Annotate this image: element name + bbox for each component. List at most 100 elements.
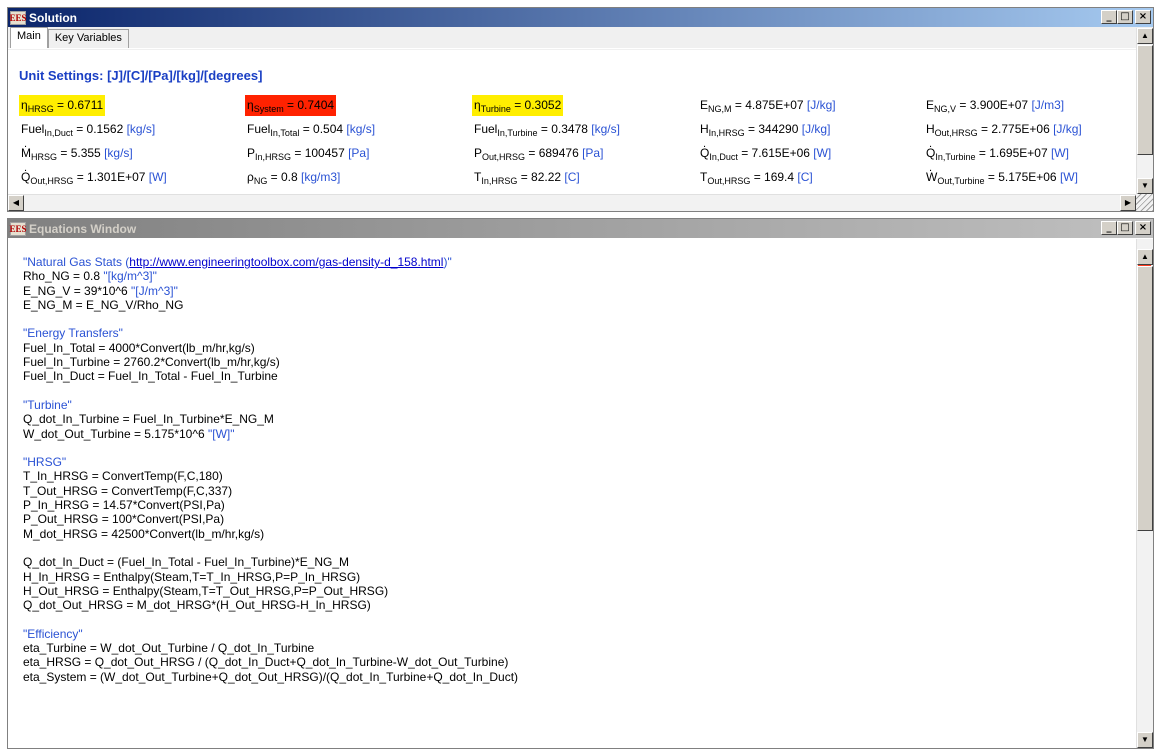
maximize-button[interactable]: □ — [1117, 221, 1133, 235]
equation-line[interactable]: eta_HRSG = Q_dot_Out_HRSG / (Q_dot_In_Du… — [23, 655, 1136, 669]
scroll-right-icon[interactable]: ▶ — [1120, 195, 1136, 211]
ees-app-icon: EES — [9, 221, 27, 236]
equation-text: Fuel_In_Duct = Fuel_In_Total - Fuel_In_T… — [23, 369, 278, 384]
equation-line[interactable]: Q_dot_Out_HRSG = M_dot_HRSG*(H_Out_HRSG-… — [23, 598, 1136, 612]
equation-line[interactable]: "Energy Transfers" — [23, 326, 1136, 340]
variable-unit: [W] — [1059, 170, 1078, 184]
variable-unit: [kg/m3] — [301, 170, 341, 184]
variable-3-3[interactable]: TOut,HRSG = 169.4 [C] — [698, 167, 815, 188]
variable-2-1[interactable]: PIn,HRSG = 100457 [Pa] — [245, 143, 371, 164]
equations-titlebar[interactable]: EES Equations Window _ □ × — [8, 219, 1153, 238]
equation-line[interactable]: eta_Turbine = W_dot_Out_Turbine / Q_dot_… — [23, 641, 1136, 655]
variable-subscript: HRSG — [27, 104, 54, 114]
equation-line[interactable]: E_NG_M = E_NG_V/Rho_NG — [23, 298, 1136, 312]
equation-text: M_dot_HRSG = 42500*Convert(lb_m/hr,kg/s) — [23, 526, 265, 541]
variable-unit: [kg/s] — [346, 122, 376, 136]
equation-line[interactable]: P_Out_HRSG = 100*Convert(PSI,Pa) — [23, 512, 1136, 526]
equation-line[interactable]: Fuel_In_Duct = Fuel_In_Total - Fuel_In_T… — [23, 369, 1136, 383]
equations-vertical-scrollbar[interactable]: ▲ ▼ — [1136, 239, 1153, 748]
equation-line[interactable] — [23, 541, 1136, 555]
variable-2-3[interactable]: QIn,Duct = 7.615E+06 [W] — [698, 134, 833, 164]
variable-subscript: NG,M — [708, 104, 732, 114]
scroll-down-icon[interactable]: ▼ — [1137, 178, 1153, 194]
solution-titlebar[interactable]: EES Solution _ □ × — [8, 8, 1153, 27]
equation-line[interactable]: T_Out_HRSG = ConvertTemp(F,C,337) — [23, 484, 1136, 498]
equation-line[interactable]: "HRSG" — [23, 455, 1136, 469]
variable-0-2[interactable]: ηTurbine = 0.3052 — [472, 95, 564, 116]
equation-line[interactable]: Rho_NG = 0.8 "[kg/m^3]" — [23, 269, 1136, 283]
variable-3-0[interactable]: QOut,HRSG = 1.301E+07 [W] — [19, 158, 169, 188]
solution-horizontal-scrollbar[interactable]: ◀ ▶ — [8, 194, 1136, 211]
scroll-up-icon[interactable]: ▲ — [1137, 28, 1153, 44]
variable-0-1[interactable]: ηSystem = 0.7404 — [245, 95, 337, 116]
equation-line[interactable] — [23, 312, 1136, 326]
equation-line[interactable] — [23, 612, 1136, 626]
equation-line[interactable]: Fuel_In_Turbine = 2760.2*Convert(lb_m/hr… — [23, 355, 1136, 369]
solution-vertical-scrollbar[interactable]: ▲ ▼ — [1136, 28, 1153, 194]
maximize-button[interactable]: □ — [1117, 10, 1133, 24]
equation-line[interactable] — [23, 384, 1136, 398]
close-button[interactable]: × — [1135, 221, 1151, 235]
variable-3-2[interactable]: TIn,HRSG = 82.22 [C] — [472, 167, 582, 188]
reference-link[interactable]: http://www.engineeringtoolbox.com/gas-de… — [129, 255, 443, 269]
resize-grip-icon[interactable] — [1136, 194, 1153, 211]
variable-1-2[interactable]: FuelIn,Turbine = 0.3478 [kg/s] — [472, 119, 622, 140]
scroll-down-icon[interactable]: ▼ — [1137, 732, 1153, 748]
equation-line[interactable]: E_NG_V = 39*10^6 "[J/m^3]" — [23, 284, 1136, 298]
variable-3-4[interactable]: WOut,Turbine = 5.175E+06 [W] — [924, 158, 1080, 188]
equation-line[interactable]: P_In_HRSG = 14.57*Convert(PSI,Pa) — [23, 498, 1136, 512]
variable-value: = 3.900E+07 — [956, 98, 1032, 112]
variable-2-2[interactable]: POut,HRSG = 689476 [Pa] — [472, 143, 605, 164]
scroll-thumb[interactable] — [1137, 266, 1153, 531]
minimize-button[interactable]: _ — [1101, 10, 1117, 24]
variable-subscript: In,HRSG — [481, 176, 518, 186]
minimize-button[interactable]: _ — [1101, 221, 1117, 235]
variable-subscript: Out,HRSG — [482, 152, 526, 162]
equation-line[interactable]: Fuel_In_Total = 4000*Convert(lb_m/hr,kg/… — [23, 341, 1136, 355]
tab-key-variables[interactable]: Key Variables — [47, 29, 129, 48]
close-button[interactable]: × — [1135, 10, 1151, 24]
variable-0-3[interactable]: ENG,M = 4.875E+07 [J/kg] — [698, 95, 838, 116]
equation-line[interactable]: Q_dot_In_Turbine = Fuel_In_Turbine*E_NG_… — [23, 412, 1136, 426]
variable-subscript: In,HRSG — [255, 152, 292, 162]
variable-2-4[interactable]: QIn,Turbine = 1.695E+07 [W] — [924, 134, 1071, 164]
variable-1-3[interactable]: HIn,HRSG = 344290 [J/kg] — [698, 119, 832, 140]
equation-line[interactable]: M_dot_HRSG = 42500*Convert(lb_m/hr,kg/s) — [23, 527, 1136, 541]
equation-line[interactable] — [23, 441, 1136, 455]
variable-3-1[interactable]: ρNG = 0.8 [kg/m3] — [245, 167, 342, 188]
variable-1-0[interactable]: FuelIn,Duct = 0.1562 [kg/s] — [19, 119, 157, 140]
variable-unit: [kg/s] — [126, 122, 156, 136]
variable-1-4[interactable]: HOut,HRSG = 2.775E+06 [J/kg] — [924, 119, 1084, 140]
variable-subscript: In,Total — [270, 128, 300, 138]
variable-2-0[interactable]: MHRSG = 5.355 [kg/s] — [19, 134, 135, 164]
variable-symbol: Q — [21, 158, 30, 188]
equation-line[interactable]: "Natural Gas Stats (http://www.engineeri… — [23, 255, 1136, 269]
equation-line[interactable]: H_In_HRSG = Enthalpy(Steam,T=T_In_HRSG,P… — [23, 570, 1136, 584]
equation-text: E_NG_V = 39*10^6 — [23, 283, 132, 298]
variable-subscript: Out,HRSG — [934, 128, 978, 138]
equation-line[interactable]: eta_System = (W_dot_Out_Turbine+Q_dot_Ou… — [23, 670, 1136, 684]
scroll-thumb[interactable] — [1137, 45, 1153, 155]
equation-line[interactable]: "Turbine" — [23, 398, 1136, 412]
variable-1-1[interactable]: FuelIn,Total = 0.504 [kg/s] — [245, 119, 377, 140]
variable-symbol: Fuel — [247, 122, 271, 136]
equation-line[interactable]: Q_dot_In_Duct = (Fuel_In_Total - Fuel_In… — [23, 555, 1136, 569]
equation-line[interactable]: H_Out_HRSG = Enthalpy(Steam,T=T_Out_HRSG… — [23, 584, 1136, 598]
equation-text: P_Out_HRSG = 100*Convert(PSI,Pa) — [23, 512, 225, 527]
variable-unit: [Pa] — [582, 146, 604, 160]
scroll-left-icon[interactable]: ◀ — [8, 195, 24, 211]
variable-unit: [C] — [564, 170, 580, 184]
tab-main[interactable]: Main — [10, 27, 48, 48]
scroll-up-icon[interactable]: ▲ — [1137, 249, 1153, 265]
variable-symbol: η — [21, 98, 28, 112]
variable-subscript: Turbine — [480, 104, 511, 114]
variable-subscript: System — [253, 104, 284, 114]
variable-unit: [J/kg] — [806, 98, 836, 112]
variable-0-0[interactable]: ηHRSG = 0.6711 — [19, 95, 106, 116]
variable-0-4[interactable]: ENG,V = 3.900E+07 [J/m3] — [924, 95, 1066, 116]
equation-text: T_In_HRSG = ConvertTemp(F,C,180) — [23, 469, 223, 484]
equation-line[interactable]: W_dot_Out_Turbine = 5.175*10^6 "[W]" — [23, 427, 1136, 441]
equations-editor[interactable]: "Natural Gas Stats (http://www.engineeri… — [8, 239, 1136, 748]
equation-line[interactable]: T_In_HRSG = ConvertTemp(F,C,180) — [23, 469, 1136, 483]
equation-line[interactable]: "Efficiency" — [23, 627, 1136, 641]
